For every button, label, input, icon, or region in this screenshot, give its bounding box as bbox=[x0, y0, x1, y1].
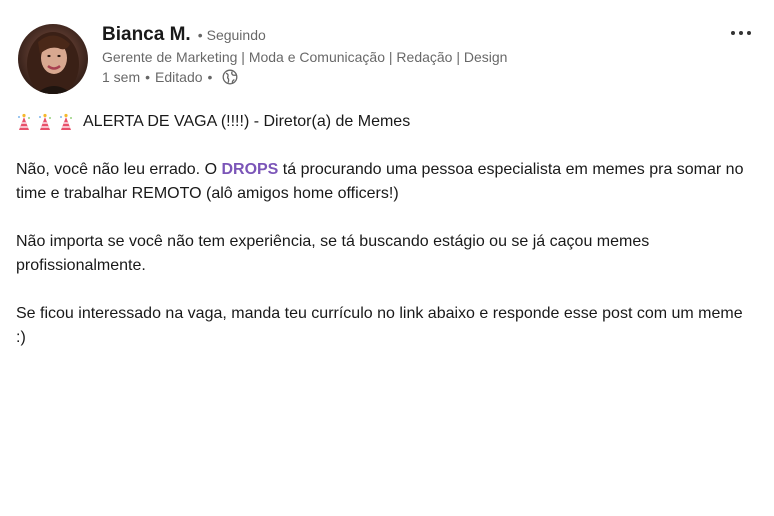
party-popper-icon bbox=[37, 113, 53, 131]
ellipsis-icon bbox=[731, 31, 751, 35]
author-headline: Gerente de Marketing | Moda e Comunicaçã… bbox=[102, 49, 508, 65]
post-header: Bianca M. • Seguindo Gerente de Marketin… bbox=[102, 24, 507, 85]
author-name[interactable]: Bianca M. bbox=[102, 24, 191, 46]
linkedin-post: Bianca M. • Seguindo Gerente de Marketin… bbox=[0, 0, 774, 516]
meta-separator: • bbox=[207, 69, 213, 85]
party-popper-icon bbox=[58, 113, 74, 131]
post-paragraph-1: Não, você não leu errado. O DROPS tá pro… bbox=[16, 158, 756, 206]
follow-status[interactable]: Seguindo bbox=[207, 27, 266, 43]
more-options-button[interactable] bbox=[726, 20, 756, 46]
post-title: ALERTA DE VAGA (!!!!) - Diretor(a) de Me… bbox=[83, 113, 411, 130]
post-meta: 1 sem • Editado • bbox=[102, 69, 507, 85]
edited-label: Editado bbox=[155, 69, 203, 85]
party-popper-icon bbox=[16, 113, 32, 131]
post-time: 1 sem bbox=[102, 69, 141, 85]
post-body: ALERTA DE VAGA (!!!!) - Diretor(a) de Me… bbox=[16, 110, 756, 374]
company-mention-link[interactable]: DROPS bbox=[221, 161, 278, 178]
post-paragraph-3: Se ficou interessado na vaga, manda teu … bbox=[16, 305, 743, 346]
post-paragraph-2: Não importa se você não tem experiência,… bbox=[16, 233, 650, 274]
meta-separator: • bbox=[145, 69, 151, 85]
globe-icon bbox=[222, 69, 238, 85]
follow-separator: • bbox=[197, 27, 203, 43]
post-title-line: ALERTA DE VAGA (!!!!) - Diretor(a) de Me… bbox=[16, 110, 756, 134]
avatar[interactable] bbox=[18, 24, 88, 94]
paragraph-1-start: Não, você não leu errado. O bbox=[16, 161, 222, 178]
name-line: Bianca M. • Seguindo bbox=[102, 24, 507, 46]
